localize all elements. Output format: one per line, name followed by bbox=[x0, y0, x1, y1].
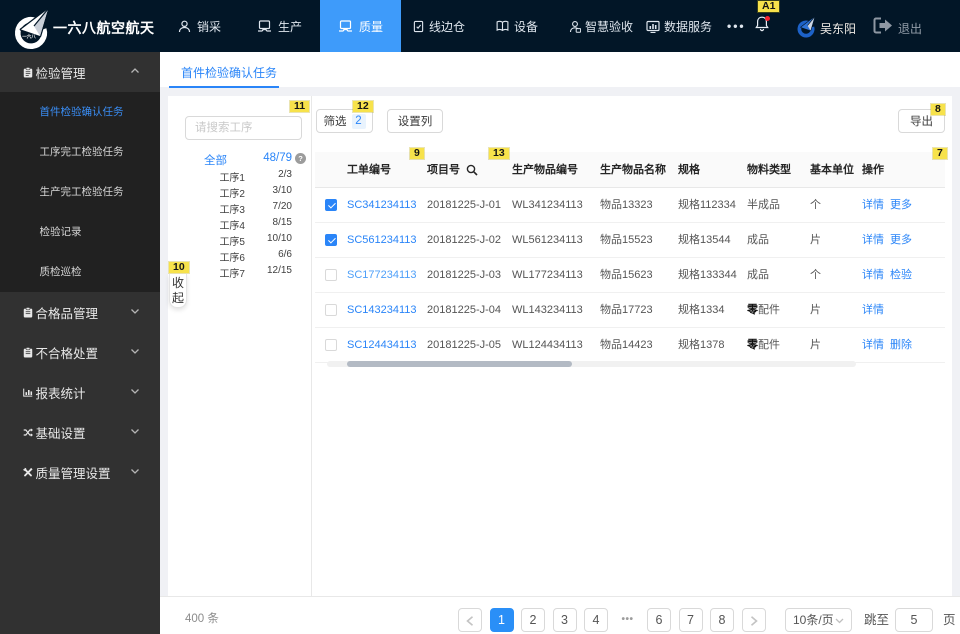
svg-text:一六八: 一六八 bbox=[22, 33, 36, 40]
svg-text:?: ? bbox=[298, 154, 303, 163]
